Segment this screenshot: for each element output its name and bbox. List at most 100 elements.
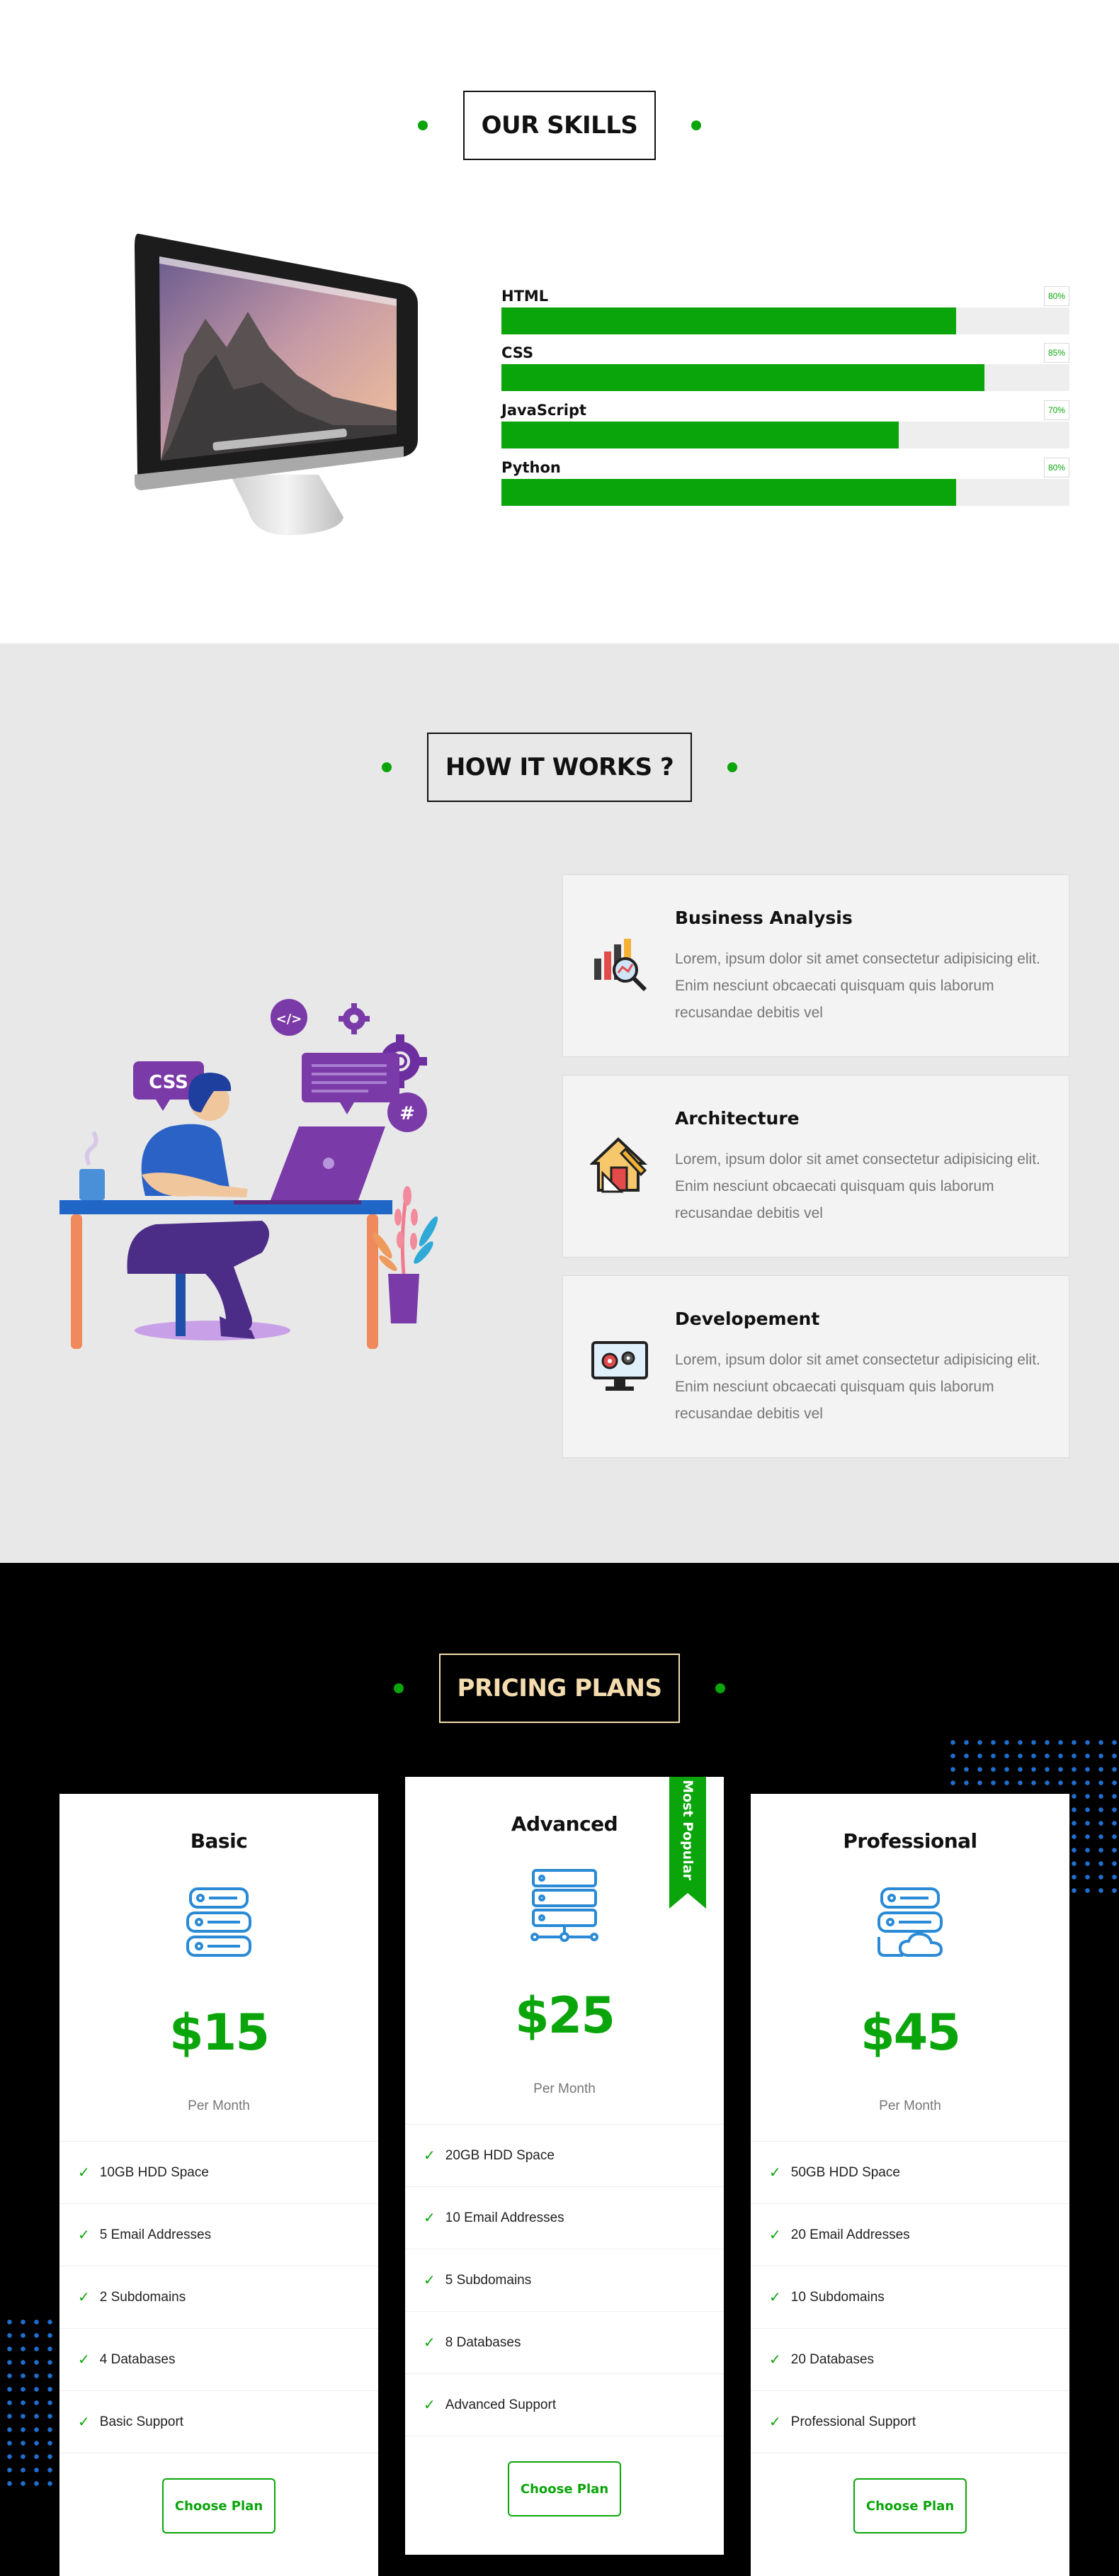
plan-feature: ✓ 20GB HDD Space <box>405 2125 724 2187</box>
heading-dot-left <box>417 120 428 130</box>
feature-text: 10 Email Addresses <box>445 2210 564 2225</box>
css-bubble-text: CSS <box>149 1072 188 1093</box>
developer-illustration: </> # CSS <box>59 999 438 1349</box>
skill-percent: 80% <box>1043 458 1069 478</box>
check-icon: ✓ <box>78 2227 90 2243</box>
feature-text: 8 Databases <box>445 2334 521 2350</box>
feature-text: 5 Subdomains <box>445 2272 532 2288</box>
step-card-development: Developement Lorem, ipsum dolor sit amet… <box>562 1275 1069 1458</box>
plan-feature-list: ✓ 20GB HDD Space ✓ 10 Email Addresses ✓ 5 S… <box>405 2124 724 2436</box>
check-icon: ✓ <box>78 2352 90 2368</box>
hash-bubble-text: # <box>399 1103 415 1124</box>
skills-heading: OUR SKILLS <box>0 91 1119 160</box>
skill-percent: 80% <box>1043 286 1069 306</box>
skills-title: OUR SKILLS <box>462 91 657 160</box>
check-icon: ✓ <box>769 2352 781 2368</box>
skill-progress-fill <box>501 422 899 448</box>
plan-price: $25 <box>514 1987 615 2045</box>
how-heading: HOW IT WORKS ? <box>0 733 1119 802</box>
most-popular-ribbon: Most Popular <box>669 1777 706 1909</box>
plan-feature: ✓ Basic Support <box>59 2391 378 2453</box>
check-icon: ✓ <box>424 2335 436 2351</box>
feature-text: 4 Databases <box>99 2351 176 2367</box>
decor-dots-left <box>3 2315 55 2488</box>
check-icon: ✓ <box>78 2290 90 2305</box>
plan-price: $45 <box>860 2004 961 2062</box>
plan-period: Per Month <box>533 2081 596 2096</box>
skill-progress-track <box>501 422 1069 448</box>
check-icon: ✓ <box>769 2414 781 2430</box>
skill-percent: 70% <box>1043 400 1069 420</box>
plan-price: $15 <box>169 2004 270 2062</box>
server-cloud-icon <box>877 1887 943 1957</box>
skills-section: OUR SKILLS HTML 80% CSS 85% JavaScript 7… <box>0 0 1119 643</box>
skill-name: CSS <box>501 344 534 361</box>
pricing-heading: PRICING PLANS <box>0 1654 1119 1723</box>
step-description: Lorem, ipsum dolor sit amet consectetur … <box>675 1352 1040 1422</box>
feature-text: 20 Email Addresses <box>790 2227 910 2242</box>
skill-python: Python 80% <box>501 452 1069 506</box>
code-bubble-text: </> <box>276 1012 302 1027</box>
skill-name: JavaScript <box>501 402 587 419</box>
heading-dot-right <box>727 762 738 772</box>
plan-feature-list: ✓ 10GB HDD Space ✓ 5 Email Addresses ✓ 2 Su… <box>59 2141 378 2453</box>
skill-html: HTML 80% <box>501 281 1069 334</box>
feature-text: Advanced Support <box>445 2397 557 2412</box>
plan-name: Basic <box>190 1829 248 1853</box>
check-icon: ✓ <box>424 2148 436 2164</box>
plan-card-professional: Professional $45 Per Month ✓ 50GB HDD Spa… <box>751 1794 1069 2576</box>
plan-feature: ✓ 10GB HDD Space <box>59 2142 378 2204</box>
step-title: Developement <box>675 1309 820 1329</box>
pricing-title: PRICING PLANS <box>438 1654 681 1723</box>
step-description: Lorem, ipsum dolor sit amet consectetur … <box>675 951 1040 1021</box>
plan-feature: ✓ 2 Subdomains <box>59 2266 378 2329</box>
feature-text: 5 Email Addresses <box>99 2227 212 2242</box>
imac-monitor-image <box>64 213 503 553</box>
feature-text: 2 Subdomains <box>99 2289 186 2305</box>
skill-name: HTML <box>501 288 549 305</box>
plan-period: Per Month <box>188 2098 250 2113</box>
plan-feature: ✓ Professional Support <box>751 2391 1069 2453</box>
plan-name: Professional <box>843 1829 977 1853</box>
check-icon: ✓ <box>78 2414 90 2430</box>
plan-feature: ✓ 10 Email Addresses <box>405 2187 724 2249</box>
how-it-works-section: HOW IT WORKS ? </> # CSS Business Analys… <box>0 643 1119 1563</box>
plan-feature: ✓ 20 Databases <box>751 2329 1069 2391</box>
heading-dot-right <box>715 1683 726 1693</box>
plan-feature-list: ✓ 50GB HDD Space ✓ 20 Email Addresses ✓ 10 … <box>751 2141 1069 2453</box>
skill-name: Python <box>501 459 561 476</box>
heading-dot-left <box>381 762 392 772</box>
step-card-business-analysis: Business Analysis Lorem, ipsum dolor sit… <box>562 874 1069 1057</box>
check-icon: ✓ <box>769 2165 781 2181</box>
check-icon: ✓ <box>424 2210 436 2226</box>
plan-feature: ✓ 50GB HDD Space <box>751 2142 1069 2204</box>
development-icon <box>591 1341 648 1391</box>
heading-dot-right <box>691 120 702 130</box>
step-title: Architecture <box>675 1108 800 1129</box>
plan-feature: ✓ 5 Email Addresses <box>59 2204 378 2266</box>
step-title: Business Analysis <box>675 908 853 928</box>
choose-plan-button-basic[interactable]: Choose Plan <box>162 2478 276 2533</box>
choose-plan-button-professional[interactable]: Choose Plan <box>853 2478 967 2533</box>
check-icon: ✓ <box>424 2397 436 2413</box>
plan-feature: ✓ 20 Email Addresses <box>751 2204 1069 2266</box>
choose-plan-button-advanced[interactable]: Choose Plan <box>508 2461 621 2516</box>
feature-text: Basic Support <box>99 2414 184 2429</box>
skill-progress-fill <box>501 307 956 334</box>
skill-progress-fill <box>501 364 984 391</box>
plan-feature: ✓ 10 Subdomains <box>751 2266 1069 2329</box>
skill-css: CSS 85% <box>501 337 1069 391</box>
plan-feature: ✓ 4 Databases <box>59 2329 378 2391</box>
step-description: Lorem, ipsum dolor sit amet consectetur … <box>675 1151 1040 1221</box>
plan-name: Advanced <box>511 1812 618 1836</box>
feature-text: 50GB HDD Space <box>790 2164 900 2180</box>
skill-progress-fill <box>501 479 956 506</box>
plan-feature: ✓ Advanced Support <box>405 2374 724 2436</box>
feature-text: 10GB HDD Space <box>99 2164 209 2180</box>
feature-text: 20GB HDD Space <box>445 2147 555 2163</box>
skill-progress-track <box>501 307 1069 334</box>
skill-progress-track <box>501 479 1069 506</box>
plan-feature: ✓ 5 Subdomains <box>405 2249 724 2312</box>
pricing-section: PRICING PLANS Basic $15 Per Month ✓ 10GB … <box>0 1563 1119 2576</box>
skill-percent: 85% <box>1043 343 1069 363</box>
